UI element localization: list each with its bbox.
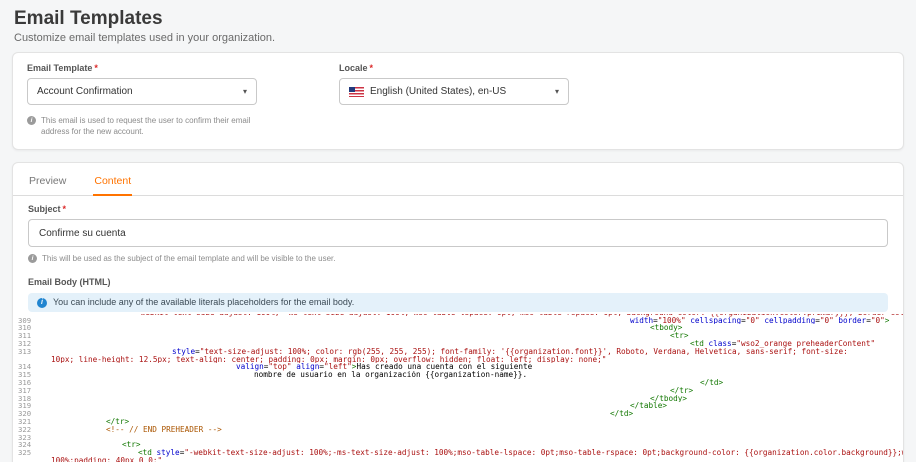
code-line-content: <tbody> [650, 324, 683, 333]
info-circle-icon: i [37, 297, 47, 308]
template-selection-form: Email Template * Account Confirmation ▾ i… [27, 63, 889, 137]
info-circle-icon: i [27, 116, 36, 125]
required-asterisk: * [62, 204, 67, 215]
code-line[interactable]: 100%;padding: 40px 0 0;" [13, 457, 903, 462]
code-line-content: nombre de usuario en la organización {{o… [254, 371, 528, 380]
locale-field: Locale * English (United States), en-US ▾ [339, 63, 569, 137]
code-line[interactable]: 309 width="100%" cellspacing="0" cellpadd… [13, 316, 903, 325]
code-line-content: <tr> [122, 441, 141, 450]
email-template-dropdown[interactable]: Account Confirmation ▾ [27, 78, 257, 105]
page-title: Email Templates [14, 8, 163, 29]
code-line-content: <!-- // END PREHEADER --> [106, 425, 222, 434]
subject-label-text: Subject [28, 204, 61, 215]
code-editor[interactable]: -webkit-text-size-adjust: 100%; -ms-text… [13, 314, 903, 462]
code-line-content: <td style="-webkit-text-size-adjust: 100… [138, 449, 903, 458]
line-number [13, 457, 43, 462]
subject-input[interactable] [28, 219, 888, 248]
chevron-down-icon: ▾ [242, 86, 247, 96]
code-line[interactable]: 311 <tr> [13, 332, 903, 340]
code-line-content: valign="top" align="left">Has creado una… [236, 363, 533, 372]
required-asterisk: * [369, 63, 374, 73]
code-line-content: <td class="wso2_orange preheaderContent" [690, 340, 876, 348]
email-template-selected-value: Account Confirmation [37, 86, 133, 97]
email-template-field: Email Template * Account Confirmation ▾ i… [27, 63, 257, 137]
email-template-hint: i This email is used to request the user… [27, 115, 257, 137]
tab-preview[interactable]: Preview [28, 163, 67, 195]
email-template-label-text: Email Template [27, 63, 93, 73]
code-line[interactable]: 315 nombre de usuario en la organización … [13, 371, 903, 379]
code-line[interactable]: 312 <td class="wso2_orange preheaderConte… [13, 340, 903, 348]
locale-value-text: English (United States), en-US [370, 86, 507, 97]
info-circle-icon: i [28, 254, 37, 264]
tab-bar: Preview Content [13, 163, 903, 197]
code-line[interactable]: 319 </table> [13, 402, 903, 410]
line-number: 325 [18, 448, 32, 458]
locale-label: Locale * [339, 63, 569, 73]
code-line-content [43, 434, 903, 442]
chevron-down-icon: ▾ [554, 86, 559, 96]
placeholders-info-banner: i You can include any of the available l… [28, 293, 888, 313]
code-line[interactable]: 310 <tbody> [13, 324, 903, 332]
code-line-content: </tbody> [650, 394, 688, 403]
code-line[interactable]: 316 </td> [13, 379, 903, 387]
content-tab-panel: Subject* i This will be used as the subj… [13, 196, 903, 462]
code-line-content: width="100%" cellspacing="0" cellpadding… [630, 316, 890, 325]
email-templates-page: Email Templates Customize email template… [0, 0, 916, 462]
subject-hint: i This will be used as the subject of th… [28, 253, 888, 264]
code-line[interactable]: 313 style="text-size-adjust: 100%; color:… [13, 348, 903, 356]
code-line[interactable]: 320 </td> [13, 410, 903, 418]
code-editor-lines: -webkit-text-size-adjust: 100%; -ms-text… [13, 314, 903, 462]
subject-label: Subject * [28, 204, 888, 214]
subject-hint-text: This will be used as the subject of the … [42, 254, 336, 264]
code-line[interactable]: 317 </tr> [13, 387, 903, 395]
template-content-card: Preview Content Subject* i This will be … [12, 162, 904, 462]
code-line-content: </td> [610, 410, 634, 419]
code-line[interactable]: 325 <td style="-webkit-text-size-adjust: … [13, 449, 903, 457]
code-line-content: </tr> [106, 418, 130, 426]
code-line-content: 10px; line-height: 12.5px; text-align: c… [51, 355, 607, 364]
locale-dropdown[interactable]: English (United States), en-US ▾ [339, 78, 569, 105]
code-line[interactable]: 322 <!-- // END PREHEADER --> [13, 426, 903, 434]
code-line[interactable]: 314 valign="top" align="left">Has creado … [13, 363, 903, 371]
locale-selected-value: English (United States), en-US [349, 86, 506, 97]
code-line-content: 100%;padding: 40px 0 0;" [51, 457, 163, 462]
tab-content[interactable]: Content [93, 163, 133, 197]
email-body-label: Email Body (HTML) [28, 276, 111, 287]
code-line[interactable]: 321 </tr> [13, 418, 903, 426]
locale-label-text: Locale [339, 63, 368, 73]
code-line-content: <tr> [670, 332, 689, 341]
banner-text: You can include any of the available lit… [53, 297, 355, 308]
line-number: 313 [18, 346, 32, 356]
code-line-content: </td> [700, 379, 724, 387]
code-line-content: style="text-size-adjust: 100%; color: rg… [172, 347, 848, 356]
code-line[interactable]: 318 </tbody> [13, 394, 903, 403]
required-asterisk: * [94, 63, 98, 73]
email-template-label: Email Template * [27, 63, 257, 73]
code-line[interactable]: 10px; line-height: 12.5px; text-align: c… [13, 356, 903, 364]
template-selection-card: Email Template * Account Confirmation ▾ i… [12, 52, 904, 151]
email-template-hint-text: This email is used to request the user t… [41, 116, 251, 137]
code-line[interactable]: 323 [13, 433, 903, 442]
code-line-content: </table> [630, 402, 668, 411]
page-subtitle: Customize email templates used in your o… [14, 32, 276, 44]
code-line-content: </tr> [670, 386, 694, 395]
us-flag-icon [349, 86, 364, 97]
code-line[interactable]: 324 <tr> [13, 441, 903, 449]
